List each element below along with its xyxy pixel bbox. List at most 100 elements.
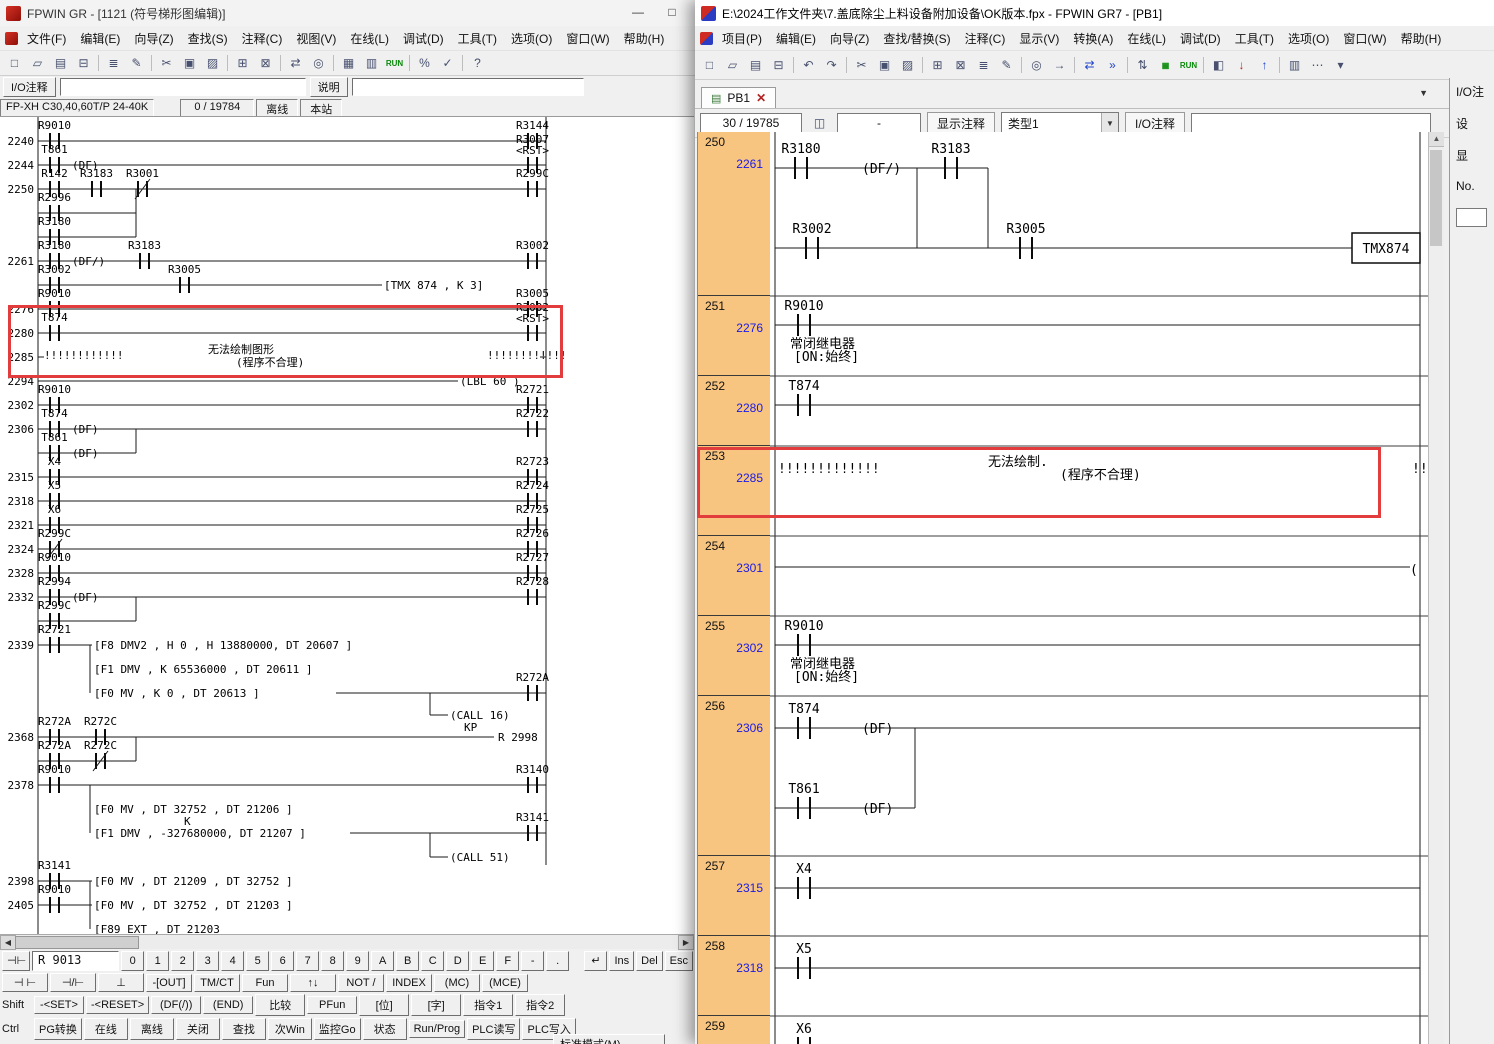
scrollbar-thumb[interactable] bbox=[1430, 150, 1442, 246]
toolbar-menu-icon[interactable]: ▾ bbox=[1330, 55, 1351, 75]
keypad-button[interactable]: 查找 bbox=[222, 1018, 266, 1040]
keypad-button[interactable]: B bbox=[396, 951, 419, 971]
keypad-button[interactable]: -<RESET> bbox=[86, 996, 149, 1014]
menu-item[interactable]: 帮助(H) bbox=[617, 27, 672, 50]
child-window-icon[interactable] bbox=[700, 32, 713, 45]
menu-item[interactable]: 帮助(H) bbox=[1394, 27, 1449, 50]
keypad-button[interactable]: Del bbox=[636, 951, 663, 971]
side-panel-input[interactable] bbox=[1456, 208, 1487, 227]
contact-entry-icon[interactable]: ⊣⊢ bbox=[2, 951, 30, 971]
keypad-button[interactable]: 状态 bbox=[363, 1018, 407, 1040]
delete-row-icon[interactable]: ⊠ bbox=[255, 53, 276, 73]
paste-icon[interactable]: ▨ bbox=[202, 53, 223, 73]
print-icon[interactable]: ⊟ bbox=[73, 53, 94, 73]
run-mode-icon[interactable]: RUN bbox=[384, 53, 405, 73]
copy-icon[interactable]: ▣ bbox=[179, 53, 200, 73]
menu-item[interactable]: 向导(Z) bbox=[823, 27, 876, 50]
rung-row-header[interactable]: 2502261 bbox=[698, 132, 770, 296]
keypad-button[interactable]: 4 bbox=[221, 951, 244, 971]
keypad-button[interactable]: 监控Go bbox=[314, 1018, 361, 1040]
rung-row-header[interactable]: 2542301 bbox=[698, 536, 770, 616]
menu-item[interactable]: 调试(D) bbox=[1173, 27, 1228, 50]
open-file-icon[interactable]: ▱ bbox=[27, 53, 48, 73]
keypad-button[interactable]: INDEX bbox=[386, 974, 432, 992]
plc-write-icon[interactable]: ↑ bbox=[1254, 55, 1275, 75]
keypad-button[interactable]: Esc bbox=[665, 951, 693, 971]
cut-icon[interactable]: ✂ bbox=[156, 53, 177, 73]
rung-row-header[interactable]: 2582318 bbox=[698, 936, 770, 1016]
keypad-button[interactable]: PG转换 bbox=[34, 1018, 82, 1040]
more-icon[interactable]: ⋯ bbox=[1307, 55, 1328, 75]
menu-item[interactable]: 视图(V) bbox=[289, 27, 343, 50]
keypad-button[interactable]: NOT / bbox=[338, 974, 384, 992]
paste-icon[interactable]: ▨ bbox=[897, 55, 918, 75]
keypad-button[interactable]: [字] bbox=[411, 994, 461, 1016]
keypad-button[interactable]: (END) bbox=[203, 996, 253, 1014]
vertical-scrollbar[interactable]: ▲ bbox=[1428, 132, 1444, 1044]
new-file-icon[interactable]: □ bbox=[4, 53, 25, 73]
device-entry-input[interactable]: R 9013 bbox=[32, 951, 119, 971]
keypad-button[interactable]: - bbox=[521, 951, 544, 971]
keypad-button[interactable]: 0 bbox=[121, 951, 144, 971]
keypad-button[interactable]: A bbox=[371, 951, 394, 971]
note-icon[interactable]: ✎ bbox=[996, 55, 1017, 75]
undo-icon[interactable]: ↶ bbox=[798, 55, 819, 75]
keypad-button[interactable]: 比较 bbox=[255, 994, 305, 1016]
redo-icon[interactable]: ↷ bbox=[821, 55, 842, 75]
rung-row-header[interactable]: 2522280 bbox=[698, 376, 770, 446]
edit-mode-select-button[interactable]: 标准模式(M) bbox=[553, 1034, 665, 1044]
minimize-button[interactable]: — bbox=[621, 2, 655, 24]
keypad-button[interactable]: (MCE) bbox=[482, 974, 528, 992]
keypad-button[interactable]: D bbox=[446, 951, 469, 971]
keypad-button[interactable]: 次Win bbox=[268, 1018, 312, 1040]
tab-list-dropdown-icon[interactable]: ▼ bbox=[1419, 88, 1428, 98]
keypad-button[interactable]: ↑↓ bbox=[290, 974, 336, 992]
rung-row-header[interactable]: 259 bbox=[698, 1016, 770, 1044]
combo-arrow-icon[interactable]: ▼ bbox=[1101, 113, 1118, 133]
io-comment-icon[interactable]: ≣ bbox=[103, 53, 124, 73]
print-icon[interactable]: ⊟ bbox=[768, 55, 789, 75]
description-input[interactable] bbox=[352, 78, 584, 96]
jump-icon[interactable]: → bbox=[1049, 55, 1070, 75]
check-icon[interactable]: ✓ bbox=[437, 53, 458, 73]
status-icon[interactable]: ▥ bbox=[1284, 55, 1305, 75]
ladder-editor-right[interactable]: R3180(DF/)R3183R3002R3005TMX874R9010常闭继电… bbox=[769, 132, 1428, 1044]
open-file-icon[interactable]: ▱ bbox=[722, 55, 743, 75]
percent-icon[interactable]: % bbox=[414, 53, 435, 73]
io-comment-button[interactable]: I/O注释 bbox=[3, 77, 56, 97]
convert-all-icon[interactable]: » bbox=[1102, 55, 1123, 75]
insert-rung-icon[interactable]: ⊞ bbox=[927, 55, 948, 75]
horizontal-scrollbar[interactable]: ◀ ▶ bbox=[0, 934, 694, 949]
menu-item[interactable]: 编辑(E) bbox=[769, 27, 823, 50]
keypad-button[interactable]: Run/Prog bbox=[409, 1020, 465, 1038]
rung-row-header[interactable]: 2552302 bbox=[698, 616, 770, 696]
menu-item[interactable]: 在线(L) bbox=[1120, 27, 1173, 50]
keypad-button[interactable]: TM/CT bbox=[194, 974, 240, 992]
block-comment-icon[interactable]: ✎ bbox=[126, 53, 147, 73]
rung-row-header[interactable]: 2512276 bbox=[698, 296, 770, 376]
status-icon[interactable]: ▥ bbox=[361, 53, 382, 73]
block-selector-box[interactable]: - bbox=[837, 113, 921, 134]
find-icon[interactable]: ◎ bbox=[308, 53, 329, 73]
keypad-button[interactable]: 关闭 bbox=[176, 1018, 220, 1040]
keypad-button[interactable]: (DF(/)) bbox=[151, 996, 201, 1014]
keypad-button[interactable]: ↵ bbox=[584, 951, 607, 971]
menu-item[interactable]: 在线(L) bbox=[343, 27, 396, 50]
keypad-button[interactable]: 9 bbox=[346, 951, 369, 971]
keypad-button[interactable]: F bbox=[496, 951, 519, 971]
save-icon[interactable]: ▤ bbox=[50, 53, 71, 73]
keypad-button[interactable]: . bbox=[546, 951, 569, 971]
menu-item[interactable]: 注释(C) bbox=[235, 27, 290, 50]
menu-item[interactable]: 转换(A) bbox=[1066, 27, 1120, 50]
rung-row-header[interactable]: 2572315 bbox=[698, 856, 770, 936]
keypad-button[interactable]: 8 bbox=[321, 951, 344, 971]
menu-item[interactable]: 窗口(W) bbox=[1336, 27, 1393, 50]
menu-item[interactable]: 编辑(E) bbox=[73, 27, 127, 50]
menu-item[interactable]: 显示(V) bbox=[1012, 27, 1066, 50]
new-file-icon[interactable]: □ bbox=[699, 55, 720, 75]
keypad-button[interactable]: 3 bbox=[196, 951, 219, 971]
scroll-up-arrow[interactable]: ▲ bbox=[1429, 132, 1444, 147]
titlebar-right[interactable]: E:\2024工作文件夹\7.盖底除尘上料设备附加设备\OK版本.fpx - F… bbox=[695, 0, 1494, 26]
online-icon[interactable]: ⇅ bbox=[1132, 55, 1153, 75]
help-icon[interactable]: ? bbox=[467, 53, 488, 73]
